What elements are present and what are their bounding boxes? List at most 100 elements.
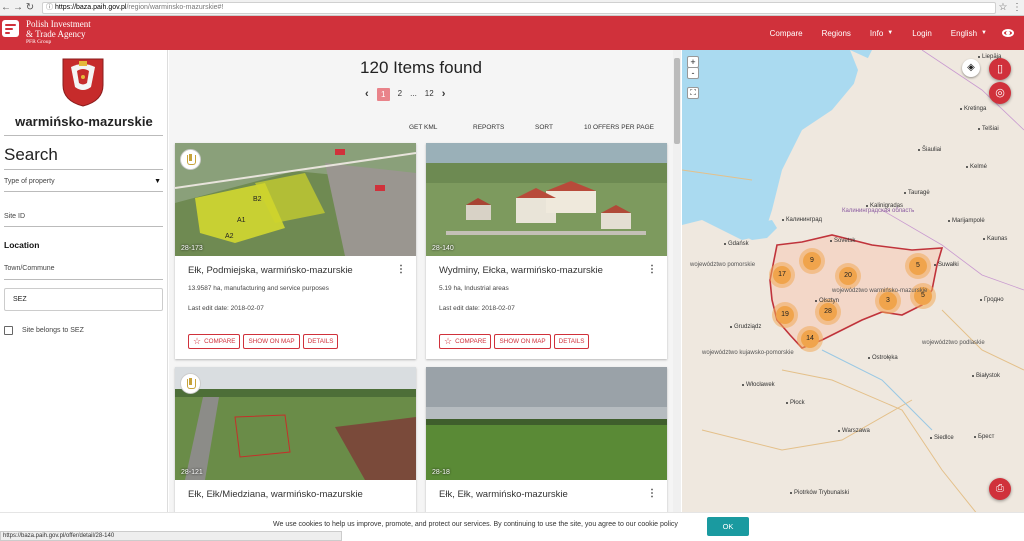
scrollbar-thumb[interactable] <box>674 58 680 144</box>
map-cluster[interactable]: 5 <box>910 283 936 309</box>
map-label: Брест <box>973 434 995 440</box>
reports-button[interactable]: REPORTS <box>473 124 504 131</box>
info-icon[interactable]: ⓘ <box>46 3 53 13</box>
sez-checkbox[interactable] <box>4 326 13 335</box>
nav-info-label: Info <box>869 28 884 38</box>
url-host: https://baza.paih.gov.pl <box>55 3 127 11</box>
cluster-count: 5 <box>909 257 927 275</box>
map-label: Płock <box>786 400 805 406</box>
map-label: Калининград <box>781 217 823 223</box>
locate-icon[interactable]: ◎ <box>989 82 1011 104</box>
next-page-icon[interactable]: › <box>442 87 446 101</box>
map-cluster[interactable]: 9 <box>799 248 825 274</box>
results-actions: GET KML REPORTS SORT 10 OFFERS PER PAGE <box>169 124 673 134</box>
nav-language-label: English <box>950 28 978 38</box>
property-type-select[interactable]: Type of property ▼ <box>4 178 163 185</box>
paih-logo[interactable] <box>2 20 19 37</box>
map-cluster[interactable]: 5 <box>905 253 931 279</box>
map-label: Gdańsk <box>724 241 749 247</box>
page-12[interactable]: 12 <box>425 87 434 101</box>
site-id-input[interactable]: Site ID <box>4 213 163 220</box>
sez-badge-icon <box>180 373 201 394</box>
offer-title[interactable]: Ełk, Ełk/Miedziana, warmińsko-mazurskie <box>188 489 363 500</box>
offer-description: 5.19 ha, Industrial areas <box>439 285 509 292</box>
results-count: 120 Items found <box>360 58 482 77</box>
map-label: Šiauliai <box>917 147 942 153</box>
offer-buttons: ☆ COMPARE SHOW ON MAP DETAILS <box>439 334 592 349</box>
sez-checkbox-label: Site belongs to SEZ <box>22 327 84 334</box>
compare-button[interactable]: ☆ COMPARE <box>439 334 492 349</box>
map-cluster[interactable]: 14 <box>797 326 823 352</box>
get-kml-button[interactable]: GET KML <box>409 124 437 131</box>
pagination: ‹ 1 2 ... 12 › <box>365 87 453 101</box>
offer-photo[interactable]: 28-121 <box>175 367 416 480</box>
map-label: Marijampolė <box>948 218 985 224</box>
nav-login[interactable]: Login <box>912 29 932 38</box>
map-cluster[interactable]: 20 <box>835 263 861 289</box>
layers-icon[interactable]: ◈ <box>962 59 980 77</box>
offer-photo[interactable]: 28-18 <box>426 367 667 480</box>
cookie-message: We use cookies to help us improve, promo… <box>273 521 678 528</box>
forward-icon[interactable]: → <box>12 0 24 16</box>
nav-regions[interactable]: Regions <box>822 29 851 38</box>
brand-name[interactable]: Polish Investment & Trade Agency PFR Gro… <box>26 19 91 46</box>
town-commune-input[interactable]: Town/Commune <box>4 265 163 272</box>
address-bar[interactable]: ⓘ https://baza.paih.gov.pl/region/warmin… <box>42 1 996 14</box>
region-name: warmińsko-mazurskie <box>15 114 153 129</box>
show-on-map-button[interactable]: SHOW ON MAP <box>243 334 300 349</box>
search-title: Search <box>4 145 58 164</box>
map-view-icon[interactable]: ▯ <box>989 58 1011 80</box>
nav-language[interactable]: English ▼ <box>951 29 987 38</box>
offer-title[interactable]: Ełk, Podmiejska, warmińsko-mazurskie <box>188 265 353 276</box>
offer-title[interactable]: Wydminy, Ełcka, warmińsko-mazurskie <box>439 265 603 276</box>
compare-label: COMPARE <box>455 338 487 345</box>
nav-info[interactable]: Info ▼ <box>870 29 893 38</box>
results-panel: 120 Items found ‹ 1 2 ... 12 › GET KML R… <box>169 50 681 541</box>
offer-title[interactable]: Ełk, Ełk, warmińsko-mazurskie <box>439 489 568 500</box>
url-path: /region/warminsko-mazurskie#! <box>126 3 224 11</box>
results-scrollbar[interactable] <box>673 50 681 541</box>
browser-toolbar: ← → ↻ ⓘ https://baza.paih.gov.pl/region/… <box>0 0 1024 16</box>
cookie-ok-button[interactable]: OK <box>707 517 749 536</box>
offer-photo[interactable]: 28-140 <box>426 143 667 256</box>
offer-photo[interactable]: A1 A2 B2 28-173 <box>175 143 416 256</box>
page-1[interactable]: 1 <box>376 87 390 101</box>
map-label: Białystok <box>971 373 1001 379</box>
offers-per-page-button[interactable]: 10 OFFERS PER PAGE <box>584 124 654 131</box>
cluster-count: 3 <box>879 292 897 310</box>
offer-id: 28-121 <box>181 469 203 476</box>
zoom-out-button[interactable]: - <box>687 67 699 79</box>
back-icon[interactable]: ← <box>0 0 12 16</box>
map-label: województwo podlaskie <box>922 340 985 346</box>
field-photo <box>175 367 416 480</box>
map-label: Калининградская область <box>842 208 915 214</box>
fullscreen-icon[interactable]: ⛶ <box>687 87 699 99</box>
bookmark-star-icon[interactable]: ☆ <box>996 2 1010 13</box>
nav-compare-label: Compare <box>769 28 803 38</box>
details-button[interactable]: DETAILS <box>302 334 339 349</box>
nav-login-label: Login <box>912 28 932 38</box>
more-options-icon[interactable]: ⋮ <box>647 489 657 499</box>
prev-page-icon[interactable]: ‹ <box>365 87 369 101</box>
compare-button[interactable]: ☆ COMPARE <box>188 334 241 349</box>
sort-button[interactable]: SORT <box>535 124 553 131</box>
reload-icon[interactable]: ↻ <box>24 0 36 16</box>
map-panel[interactable]: + - ⛶ ◈ ▯ ◎ ⎙ 9 17 20 5 5 3 19 28 14 Lie… <box>682 50 1024 541</box>
nav-compare[interactable]: Compare <box>770 29 803 38</box>
details-button[interactable]: DETAILS <box>553 334 590 349</box>
print-icon[interactable]: ⎙ <box>989 478 1011 500</box>
offer-card: A1 A2 B2 28-173 Ełk, Podmiejska, warmińs… <box>175 143 416 359</box>
more-options-icon[interactable]: ⋮ <box>647 265 657 275</box>
map-label: Warszawa <box>838 428 870 434</box>
sez-select[interactable]: SEZ <box>4 288 163 311</box>
page-2[interactable]: 2 <box>398 87 402 101</box>
show-on-map-button[interactable]: SHOW ON MAP <box>494 334 551 349</box>
more-options-icon[interactable]: ⋮ <box>396 265 406 275</box>
map-cluster[interactable]: 19 <box>772 302 798 328</box>
offer-date: Last edit date: 2018-02-07 <box>439 305 515 312</box>
cluster-count: 9 <box>803 252 821 270</box>
browser-menu-icon[interactable]: ⋮ <box>1010 2 1024 13</box>
eye-icon[interactable] <box>1002 29 1014 37</box>
map-cluster[interactable]: 17 <box>769 262 795 288</box>
town-commune-label: Town/Commune <box>4 265 55 272</box>
